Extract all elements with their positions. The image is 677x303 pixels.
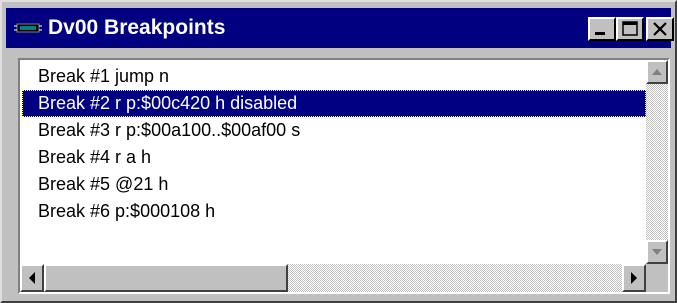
breakpoint-item[interactable]: Break #4 r a h: [22, 144, 646, 171]
scroll-right-button[interactable]: [622, 264, 646, 292]
scroll-up-button[interactable]: [646, 60, 668, 84]
minimize-button[interactable]: [588, 17, 616, 41]
horizontal-scroll-thumb[interactable]: [44, 264, 288, 292]
breakpoint-item[interactable]: Break #5 @21 h: [22, 171, 646, 198]
window-title: Dv00 Breakpoints: [48, 16, 226, 39]
scroll-down-button[interactable]: [646, 240, 668, 264]
breakpoints-list[interactable]: Break #1 jump n Break #2 r p:$00c420 h d…: [18, 58, 670, 294]
breakpoint-item[interactable]: Break #6 p:$000108 h: [22, 198, 646, 225]
vertical-scrollbar[interactable]: [646, 60, 668, 264]
breakpoint-item[interactable]: Break #1 jump n: [22, 63, 646, 90]
breakpoint-item[interactable]: Break #3 r p:$00a100..$00af00 s: [22, 117, 646, 144]
scrollbar-corner: [646, 264, 668, 292]
breakpoint-item-selected[interactable]: Break #2 r p:$00c420 h disabled: [22, 90, 646, 117]
horizontal-scrollbar[interactable]: [20, 264, 646, 292]
title-bar[interactable]: Dv00 Breakpoints: [6, 8, 674, 48]
scroll-left-button[interactable]: [20, 264, 44, 292]
breakpoint-items: Break #1 jump n Break #2 r p:$00c420 h d…: [22, 63, 646, 225]
dsp-chip-icon: [14, 21, 42, 35]
breakpoints-window: Dv00 Breakpoints Break #1 jump n Break #…: [0, 0, 677, 303]
maximize-button[interactable]: [616, 17, 644, 41]
close-button[interactable]: [646, 17, 674, 41]
